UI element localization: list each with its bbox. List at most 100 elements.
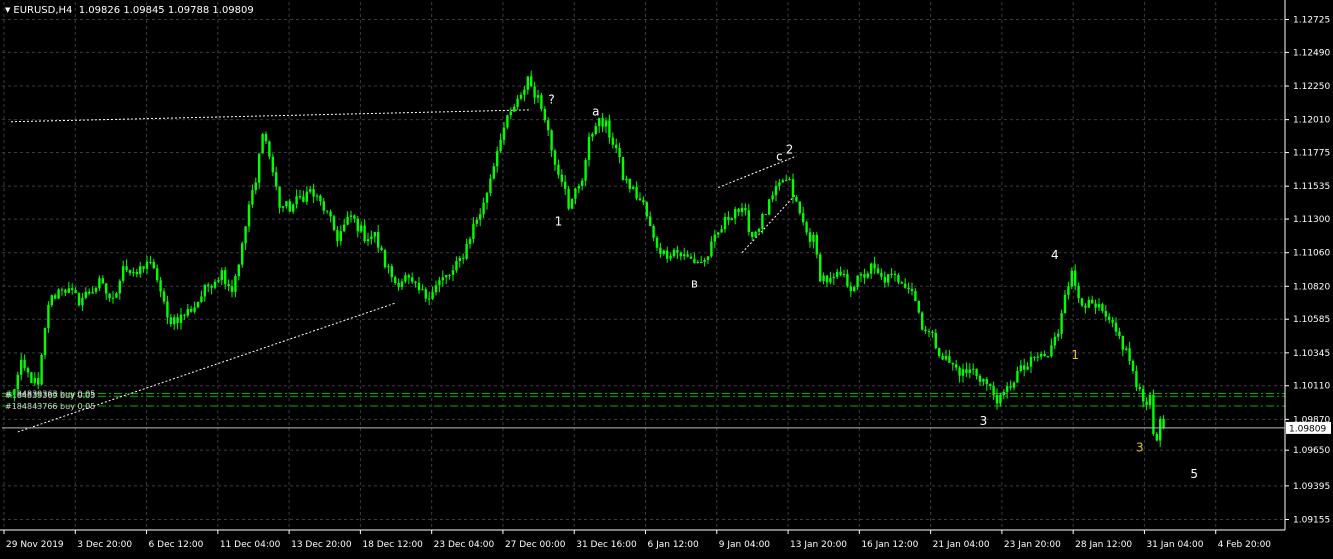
candle-body [706, 256, 710, 260]
candle-body [999, 394, 1002, 404]
x-tick-label: 31 Dec 16:00 [576, 540, 637, 550]
candle-body [1155, 433, 1158, 441]
candle-body [74, 290, 77, 294]
candle-body [825, 275, 829, 283]
candle-body [261, 134, 264, 154]
candle-body [9, 394, 13, 396]
wave-label: a [592, 104, 599, 118]
candle-body [397, 282, 400, 287]
wave-label: c [776, 149, 783, 163]
candle-body [1118, 331, 1121, 336]
candle-body [1040, 353, 1043, 357]
candle-body [1104, 311, 1107, 317]
chart-background [0, 0, 1333, 555]
candle-body [139, 266, 142, 275]
candle-body [312, 189, 315, 197]
candle-body [1046, 355, 1050, 357]
candle-body [152, 261, 155, 269]
candle-body [632, 187, 635, 189]
candle-body [54, 295, 57, 299]
candle-body [693, 258, 696, 264]
candle-body [1111, 319, 1114, 323]
x-tick-label: 13 Jan 20:00 [790, 540, 847, 550]
candle-body [224, 270, 227, 285]
candle-body [832, 276, 835, 279]
candle-body [1097, 304, 1101, 308]
candle-body [43, 328, 47, 356]
candle-body [292, 204, 295, 212]
wave-label: 1 [555, 214, 563, 228]
candle-body [400, 281, 404, 287]
candle-body [594, 126, 597, 134]
candle-body [747, 210, 750, 232]
candle-body [771, 195, 774, 200]
x-tick-label: 9 Jan 04:00 [719, 540, 771, 550]
wave-label: в [691, 277, 698, 291]
candle-body [479, 214, 482, 220]
candle-body [1084, 305, 1087, 308]
candle-body [924, 329, 927, 331]
collapse-triangle-icon[interactable]: ▼ [5, 6, 10, 14]
candle-body [383, 250, 387, 268]
candle-body [332, 216, 336, 231]
candle-body [1019, 365, 1022, 371]
candle-body [866, 273, 869, 278]
y-tick-label: 1.11535 [1293, 182, 1330, 192]
y-tick-label: 1.12490 [1293, 48, 1330, 58]
candle-body [1074, 270, 1077, 286]
candle-body [244, 226, 247, 244]
candle-body [768, 199, 771, 215]
y-tick-label: 1.09395 [1293, 482, 1330, 492]
candle-body [390, 266, 393, 278]
candle-body [88, 291, 91, 294]
candle-body [363, 225, 366, 242]
candle-body [618, 148, 621, 158]
candle-body [264, 134, 268, 142]
candle-body [982, 379, 985, 382]
candle-body [431, 292, 434, 299]
candle-body [829, 278, 832, 283]
candle-body [217, 280, 220, 282]
candle-body [649, 216, 652, 226]
wave-label: 3 [1136, 441, 1144, 455]
candle-body [462, 257, 465, 259]
x-tick-label: 28 Jan 12:00 [1075, 540, 1132, 550]
candle-body [662, 250, 665, 255]
price-chart[interactable]: #184839363 buy 0.05#184839369 buy 0.05#1… [0, 0, 1333, 555]
chart-window[interactable]: #184839363 buy 0.05 #184839369 buy 0.05 #1… [0, 0, 1333, 555]
candle-body [846, 273, 849, 287]
candle-body [343, 224, 346, 232]
candle-body [213, 281, 217, 288]
candle-body [210, 285, 213, 288]
x-tick-label: 29 Nov 2019 [6, 540, 64, 550]
x-tick-label: 3 Dec 20:00 [77, 540, 132, 550]
candle-body [604, 120, 608, 127]
candle-body [859, 274, 863, 276]
candle-body [1087, 299, 1090, 308]
candle-body [118, 280, 121, 294]
candle-body [122, 266, 125, 281]
candle-body [1121, 335, 1124, 350]
x-tick-label: 13 Dec 20:00 [291, 540, 352, 550]
candle-body [1142, 389, 1145, 402]
candle-body [611, 137, 614, 145]
candle-body [285, 201, 288, 207]
candle-body [598, 118, 601, 127]
x-tick-label: 16 Jan 12:00 [861, 540, 918, 550]
candle-body [451, 270, 455, 275]
candle-body [672, 249, 676, 256]
candle-body [955, 364, 958, 368]
candle-body [781, 180, 784, 183]
x-tick-label: 27 Dec 00:00 [505, 540, 566, 550]
candle-body [380, 247, 383, 251]
candle-body [77, 293, 81, 306]
candle-body [105, 283, 108, 294]
candle-body [523, 89, 526, 95]
candle-body [26, 368, 30, 373]
candle-body [907, 287, 910, 290]
candle-body [57, 289, 60, 299]
y-tick-label: 1.11775 [1293, 149, 1330, 159]
candle-body [1114, 322, 1118, 332]
candle-body [183, 314, 186, 316]
candle-body [1131, 360, 1135, 372]
